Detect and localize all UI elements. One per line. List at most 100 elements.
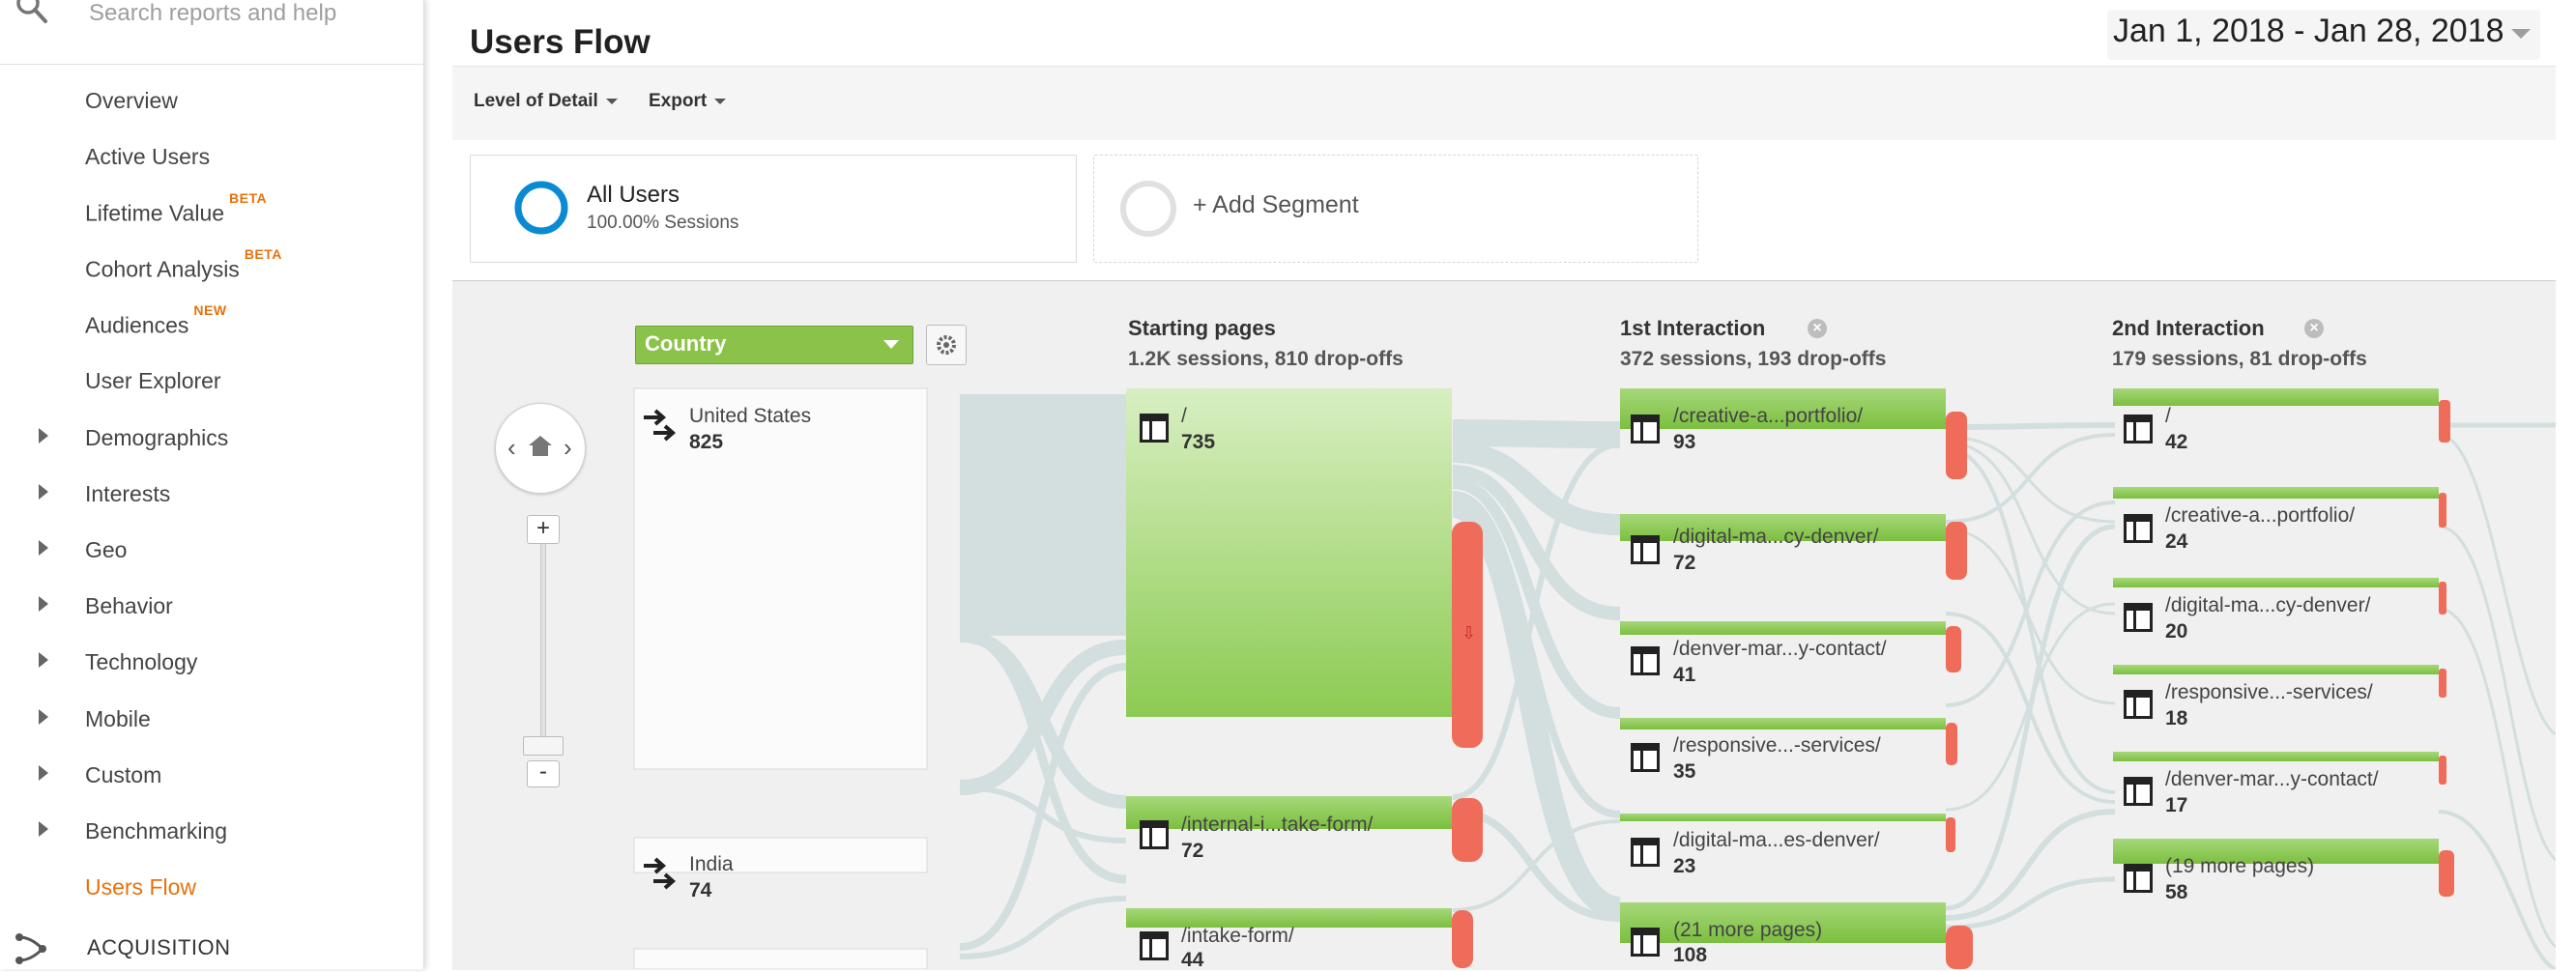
node-label[interactable]: /internal-i...take-form/ bbox=[1181, 814, 1373, 837]
sidebar-item-custom[interactable]: Custom bbox=[0, 750, 423, 800]
sidebar-item-demographics[interactable]: Demographics bbox=[0, 413, 423, 463]
new-badge: NEW bbox=[193, 302, 227, 318]
flow-link bbox=[1945, 876, 2116, 930]
flow-link bbox=[2438, 433, 2556, 736]
drop-off-bar bbox=[1452, 798, 1483, 862]
chevron-down-icon[interactable] bbox=[2511, 29, 2531, 39]
sidebar-item-overview[interactable]: Overview bbox=[0, 75, 423, 126]
drop-off-bar bbox=[2439, 493, 2446, 528]
page-icon bbox=[1631, 743, 1660, 772]
drop-off-bar bbox=[2439, 850, 2454, 897]
search-icon[interactable] bbox=[15, 0, 48, 31]
search-input[interactable]: Search reports and help bbox=[89, 0, 336, 27]
sidebar-item-user-explorer[interactable]: User Explorer bbox=[0, 356, 423, 406]
node-label[interactable]: / bbox=[1181, 405, 1187, 428]
node-count: 23 bbox=[1673, 855, 1696, 877]
expand-caret-icon[interactable] bbox=[39, 821, 48, 837]
sidebar-item-cohort-analysis[interactable]: Cohort AnalysisBETA bbox=[0, 243, 423, 294]
node-label[interactable]: / bbox=[2165, 405, 2171, 428]
node-label[interactable]: /denver-mar...y-contact/ bbox=[1673, 638, 1887, 661]
sidebar-item-lifetime-value[interactable]: Lifetime ValueBETA bbox=[0, 187, 423, 238]
page-icon bbox=[1140, 414, 1169, 443]
sidebar-item-users-flow[interactable]: Users Flow bbox=[0, 862, 423, 912]
zoom-in-button[interactable]: + bbox=[527, 515, 560, 544]
column-summary: 179 sessions, 81 drop-offs bbox=[2112, 348, 2367, 370]
zoom-slider[interactable] bbox=[540, 541, 546, 750]
sidebar-search[interactable]: Search reports and help bbox=[0, 0, 423, 65]
remove-step-icon[interactable]: × bbox=[2304, 319, 2324, 338]
settings-button[interactable] bbox=[926, 325, 967, 365]
expand-caret-icon[interactable] bbox=[39, 484, 48, 500]
interaction-node bbox=[1620, 718, 1946, 729]
drop-off-bar bbox=[2439, 582, 2446, 615]
pan-left-icon[interactable]: ‹ bbox=[507, 433, 516, 463]
node-count: 93 bbox=[1673, 431, 1696, 453]
beta-badge: BETA bbox=[244, 246, 282, 262]
node-label[interactable]: /responsive...-services/ bbox=[2165, 681, 2373, 704]
sidebar-section-acquisition[interactable]: ACQUISITION bbox=[87, 935, 231, 960]
report-toolbar bbox=[452, 66, 2556, 141]
sidebar-item-geo[interactable]: Geo bbox=[0, 525, 423, 575]
level-of-detail-button[interactable]: Level of Detail bbox=[474, 91, 618, 112]
pan-right-icon[interactable]: › bbox=[564, 433, 572, 463]
node-count: 42 bbox=[2165, 431, 2188, 453]
expand-caret-icon[interactable] bbox=[39, 765, 48, 781]
page-icon bbox=[1631, 415, 1660, 443]
home-icon[interactable] bbox=[526, 433, 555, 458]
column-summary: 372 sessions, 193 drop-offs bbox=[1620, 348, 1887, 370]
expand-caret-icon[interactable] bbox=[39, 652, 48, 668]
node-label[interactable]: (21 more pages) bbox=[1673, 919, 1822, 942]
page-icon bbox=[1140, 931, 1169, 960]
zoom-slider-handle[interactable] bbox=[523, 736, 564, 756]
expand-caret-icon[interactable] bbox=[39, 709, 48, 725]
flow-link bbox=[2438, 810, 2556, 969]
sidebar-item-mobile[interactable]: Mobile bbox=[0, 694, 423, 744]
node-label[interactable]: /digital-ma...cy-denver/ bbox=[1673, 526, 1878, 549]
sidebar-item-active-users[interactable]: Active Users bbox=[0, 131, 423, 182]
node-label[interactable]: /creative-a...portfolio/ bbox=[1673, 405, 1863, 428]
node-label[interactable]: United States bbox=[689, 405, 811, 428]
drop-off-bar bbox=[1946, 926, 1973, 969]
flow-link bbox=[1945, 422, 2116, 430]
page-title: Users Flow bbox=[470, 23, 651, 61]
sidebar-item-behavior[interactable]: Behavior bbox=[0, 581, 423, 631]
node-count: 72 bbox=[1673, 552, 1696, 574]
node-label[interactable]: /intake-form/ bbox=[1181, 925, 1294, 948]
country-node bbox=[633, 948, 928, 969]
sidebar-item-benchmarking[interactable]: Benchmarking bbox=[0, 806, 423, 856]
date-range-text[interactable]: Jan 1, 2018 - Jan 28, 2018 bbox=[2113, 13, 2504, 50]
sidebar-item-label: Demographics bbox=[85, 425, 229, 450]
interaction-node bbox=[2113, 388, 2439, 406]
pan-control[interactable]: ‹ › bbox=[495, 403, 586, 494]
add-segment-label[interactable]: + Add Segment bbox=[1193, 191, 1359, 219]
zoom-out-button[interactable]: - bbox=[527, 760, 560, 787]
segment-percentage: 100.00% Sessions bbox=[587, 213, 739, 233]
node-count: 35 bbox=[1673, 760, 1696, 783]
dimension-dropdown-label[interactable]: Country bbox=[645, 331, 726, 357]
expand-caret-icon[interactable] bbox=[39, 596, 48, 612]
remove-step-icon[interactable]: × bbox=[1808, 319, 1827, 338]
sidebar-item-audiences[interactable]: AudiencesNEW bbox=[0, 300, 423, 350]
expand-caret-icon[interactable] bbox=[39, 540, 48, 556]
gear-icon[interactable] bbox=[927, 326, 966, 364]
node-label[interactable]: India bbox=[689, 853, 734, 876]
node-label[interactable]: (19 more pages) bbox=[2165, 855, 2314, 878]
export-button[interactable]: Export bbox=[649, 91, 727, 112]
sidebar-item-interests[interactable]: Interests bbox=[0, 469, 423, 519]
node-label[interactable]: /responsive...-services/ bbox=[1673, 734, 1881, 758]
flow-link bbox=[2438, 607, 2556, 949]
expand-caret-icon[interactable] bbox=[39, 428, 48, 443]
column-summary: 1.2K sessions, 810 drop-offs bbox=[1128, 348, 1404, 370]
sidebar-item-label: User Explorer bbox=[85, 368, 221, 393]
node-label[interactable]: /creative-a...portfolio/ bbox=[2165, 504, 2355, 528]
sidebar-item-label: Lifetime Value bbox=[85, 200, 225, 226]
sidebar-item-technology[interactable]: Technology bbox=[0, 637, 423, 687]
add-segment-button[interactable] bbox=[1093, 155, 1698, 263]
node-label[interactable]: /digital-ma...cy-denver/ bbox=[2165, 594, 2370, 617]
page-icon bbox=[1631, 646, 1660, 675]
node-label[interactable]: /digital-ma...es-denver/ bbox=[1673, 829, 1880, 852]
drop-off-bar bbox=[1946, 522, 1967, 580]
export-label: Export bbox=[649, 91, 708, 111]
chevron-down-icon[interactable] bbox=[883, 340, 899, 349]
node-label[interactable]: /denver-mar...y-contact/ bbox=[2165, 768, 2379, 791]
